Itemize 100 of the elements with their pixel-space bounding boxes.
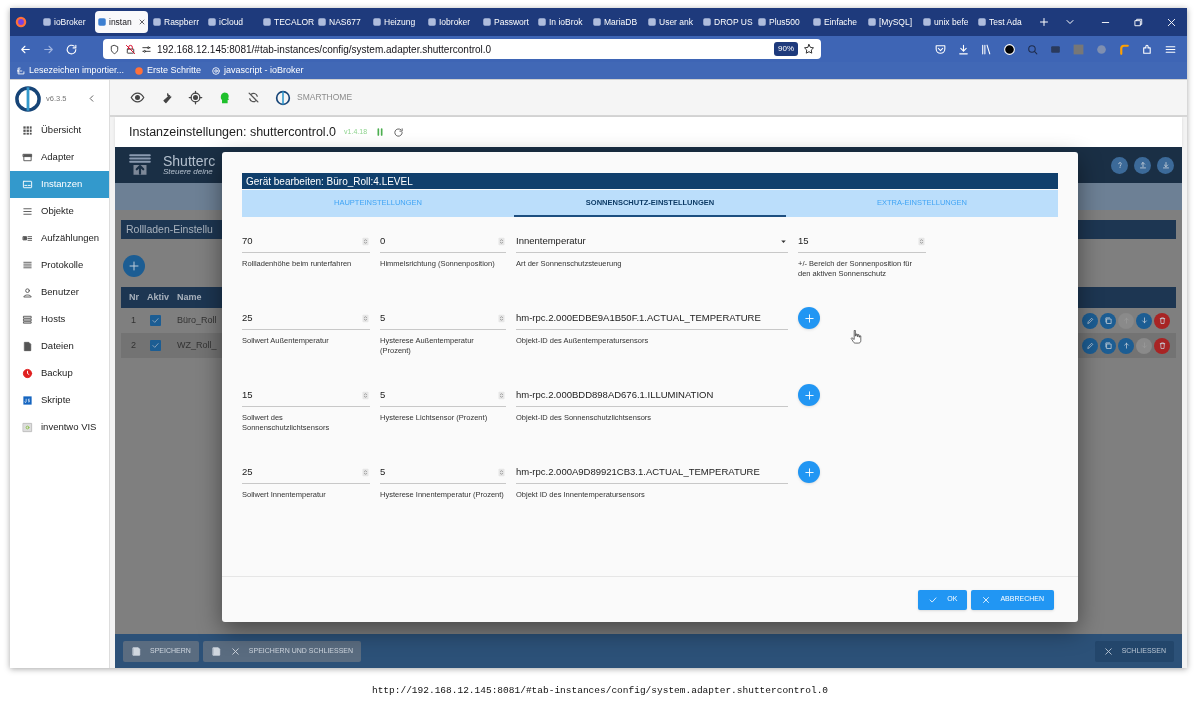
- zoom-icon[interactable]: [1026, 42, 1039, 56]
- add-button[interactable]: [798, 307, 820, 329]
- spinner-icon[interactable]: [361, 313, 370, 324]
- address-bar[interactable]: 192.168.12.145:8081/#tab-instances/config/system.adapter.shuttercontrol.0 90%: [103, 39, 821, 59]
- star-icon[interactable]: [803, 43, 815, 55]
- input-field[interactable]: hm-rpc.2.000EDBE9A1B50F.1.ACTUAL_TEMPERATURE: [516, 308, 788, 330]
- browser-tab[interactable]: User ank: [645, 11, 698, 33]
- gear-icon[interactable]: [188, 90, 203, 105]
- zoom-badge[interactable]: 90%: [774, 42, 798, 56]
- input-field[interactable]: hm-rpc.2.000BDD898AD676.1.ILLUMINATION: [516, 385, 788, 407]
- restore-icon[interactable]: [1133, 16, 1144, 28]
- sidebar-item[interactable]: Hosts: [10, 306, 109, 333]
- library-icon[interactable]: [980, 42, 993, 56]
- input-field[interactable]: 5: [380, 462, 506, 484]
- dialog-title: Gerät bearbeiten: Büro_Roll:4.LEVEL: [246, 174, 413, 189]
- sync-off-icon[interactable]: [246, 90, 261, 105]
- browser-tab[interactable]: MariaDB: [590, 11, 643, 33]
- trash-icon: [1157, 341, 1167, 350]
- spinner-icon[interactable]: [497, 390, 506, 401]
- browser-tab[interactable]: DROP US: [700, 11, 753, 33]
- bookmark-link[interactable]: Lesezeichen importier...: [16, 63, 125, 78]
- delete-button[interactable]: [1154, 312, 1170, 329]
- favicon-icon: [537, 17, 547, 27]
- browser-tab[interactable]: TECALOR: [260, 11, 313, 33]
- spinner-icon[interactable]: [497, 467, 506, 478]
- browser-tab[interactable]: Raspberr: [150, 11, 203, 33]
- add-button[interactable]: [798, 384, 820, 406]
- input-field[interactable]: 70: [242, 231, 370, 253]
- up-button[interactable]: [1118, 337, 1134, 354]
- browser-tab[interactable]: [MySQL]: [865, 11, 918, 33]
- extension-icon[interactable]: [1003, 42, 1016, 56]
- browser-tab[interactable]: In ioBrok: [535, 11, 588, 33]
- browser-tab[interactable]: unix befe: [920, 11, 973, 33]
- browser-tab[interactable]: iCloud: [205, 11, 258, 33]
- sidebar-item[interactable]: Backup: [10, 360, 109, 387]
- browser-tab[interactable]: ioBroker: [40, 11, 93, 33]
- firefox-icon[interactable]: [14, 15, 28, 29]
- sidebar-item[interactable]: Übersicht: [10, 117, 109, 144]
- check-icon: [151, 341, 160, 350]
- copy-button[interactable]: [1100, 337, 1116, 354]
- sidebar-item[interactable]: Objekte: [10, 198, 109, 225]
- tune-icon: [141, 43, 152, 55]
- close-icon[interactable]: [1166, 16, 1177, 28]
- edit-button[interactable]: [1082, 337, 1098, 354]
- sidebar-item[interactable]: Protokolle: [10, 252, 109, 279]
- brand-label: SMARTHOME: [297, 91, 353, 104]
- bookmark-link[interactable]: javascript - ioBroker: [211, 63, 304, 78]
- sidebar-item[interactable]: Adapter: [10, 144, 109, 171]
- input-field[interactable]: 25: [242, 308, 370, 330]
- input-field[interactable]: Innentemperatur: [516, 231, 788, 253]
- pocket-icon[interactable]: [934, 42, 947, 56]
- checkbox[interactable]: [150, 340, 161, 351]
- close-icon[interactable]: [138, 18, 146, 26]
- browser-tab[interactable]: Heizung: [370, 11, 423, 33]
- browser-tab[interactable]: Einfache: [810, 11, 863, 33]
- favicon-icon: [867, 17, 877, 27]
- sidebar-item[interactable]: Benutzer: [10, 279, 109, 306]
- edit-button[interactable]: [1082, 312, 1098, 329]
- spinner-icon[interactable]: [497, 313, 506, 324]
- spinner-icon[interactable]: [497, 236, 506, 247]
- spinner-icon[interactable]: [361, 236, 370, 247]
- reload-icon[interactable]: [393, 126, 405, 138]
- download-icon[interactable]: [957, 42, 970, 56]
- input-field[interactable]: 5: [380, 308, 506, 330]
- browser-tab[interactable]: Plus500: [755, 11, 808, 33]
- down-button[interactable]: [1136, 312, 1152, 329]
- dropdown-icon[interactable]: [779, 237, 788, 246]
- download-button[interactable]: [1157, 156, 1174, 174]
- input-field[interactable]: 5: [380, 385, 506, 407]
- reload-icon[interactable]: [65, 42, 78, 56]
- spinner-icon[interactable]: [361, 467, 370, 478]
- new-tab-icon[interactable]: [1038, 16, 1050, 28]
- checkbox[interactable]: [150, 315, 161, 326]
- sidebar-item[interactable]: Aufzählungen: [10, 225, 109, 252]
- input-field[interactable]: 15: [798, 231, 926, 253]
- input-field[interactable]: 25: [242, 462, 370, 484]
- delete-button[interactable]: [1154, 337, 1170, 354]
- pause-icon[interactable]: [375, 127, 386, 137]
- eye-icon[interactable]: [130, 90, 145, 105]
- extensions-icon[interactable]: [1141, 42, 1154, 56]
- add-button[interactable]: [123, 255, 145, 277]
- browser-tab[interactable]: Iobroker: [425, 11, 478, 33]
- sidebar-item[interactable]: Skripte: [10, 387, 109, 414]
- copy-button[interactable]: [1100, 312, 1116, 329]
- sidebar-item[interactable]: Dateien: [10, 333, 109, 360]
- help-button[interactable]: [1111, 156, 1128, 174]
- browser-tab[interactable]: Passwort: [480, 11, 533, 33]
- browser-tab[interactable]: Test Ada: [975, 11, 1028, 33]
- add-button[interactable]: [798, 461, 820, 483]
- favicon-icon: [427, 17, 437, 27]
- upload-button[interactable]: [1134, 156, 1151, 174]
- bookmark-link[interactable]: Erste Schritte: [134, 63, 202, 78]
- spinner-icon[interactable]: [361, 390, 370, 401]
- browser-tab[interactable]: NAS677: [315, 11, 368, 33]
- spinner-icon[interactable]: [917, 236, 926, 247]
- browser-tab[interactable]: instan: [95, 11, 148, 33]
- input-field[interactable]: 15: [242, 385, 370, 407]
- sidebar-item[interactable]: inventwo VIS: [10, 414, 109, 441]
- input-field[interactable]: hm-rpc.2.000A9D89921CB3.1.ACTUAL_TEMPERATURE: [516, 462, 788, 484]
- input-field[interactable]: 0: [380, 231, 506, 253]
